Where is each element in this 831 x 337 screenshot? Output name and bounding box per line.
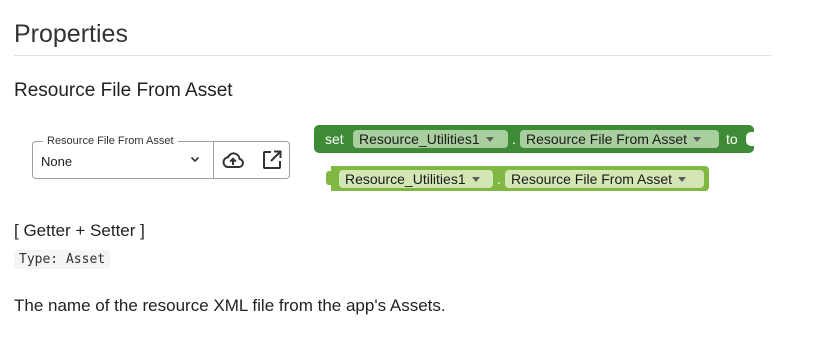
setter-component-dropdown[interactable]: Resource_Utilities1	[353, 130, 508, 148]
chevron-down-icon	[190, 156, 200, 163]
asset-select[interactable]: None	[33, 142, 213, 178]
getter-property-label: Resource File From Asset	[511, 171, 673, 187]
open-in-new-icon[interactable]	[260, 148, 284, 172]
page-heading: Properties	[14, 20, 128, 48]
getter-component-dropdown[interactable]: Resource_Utilities1	[339, 170, 493, 188]
cloud-upload-icon[interactable]	[221, 148, 245, 172]
property-title: Resource File From Asset	[14, 80, 233, 101]
setter-to-label: to	[726, 131, 738, 147]
setter-property-label: Resource File From Asset	[526, 131, 688, 147]
dropdown-arrow-icon	[471, 177, 480, 182]
heading-divider	[14, 55, 771, 56]
getter-dot: .	[497, 171, 501, 187]
property-description: The name of the resource XML file from t…	[14, 296, 446, 315]
widget-divider	[213, 142, 214, 178]
property-type: Type: Asset	[14, 250, 111, 269]
dropdown-arrow-icon	[693, 137, 702, 142]
setter-property-dropdown[interactable]: Resource File From Asset	[520, 130, 719, 148]
getter-property-dropdown[interactable]: Resource File From Asset	[505, 170, 704, 188]
setter-input-socket	[746, 132, 755, 146]
setter-dot: .	[512, 131, 516, 147]
setter-block[interactable]: set Resource_Utilities1 . Resource File …	[314, 125, 755, 153]
asset-select-value: None	[41, 154, 73, 169]
setter-component-label: Resource_Utilities1	[359, 131, 480, 147]
property-kind: [ Getter + Setter ]	[14, 221, 145, 240]
getter-output-notch	[326, 171, 332, 185]
getter-component-label: Resource_Utilities1	[345, 171, 466, 187]
setter-set-label: set	[325, 131, 344, 147]
getter-block[interactable]: Resource_Utilities1 . Resource File From…	[326, 166, 709, 191]
property-widget: Resource File From Asset None	[32, 133, 290, 179]
dropdown-arrow-icon	[485, 137, 494, 142]
dropdown-arrow-icon	[678, 177, 687, 182]
